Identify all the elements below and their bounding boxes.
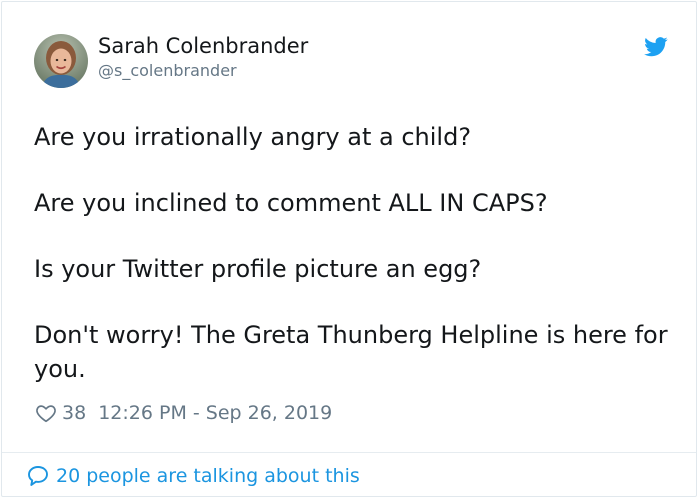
tweet-paragraph: Is your Twitter profile picture an egg?: [34, 255, 482, 283]
tweet-text: Are you irrationally angry at a child? A…: [34, 120, 679, 386]
conversation-link[interactable]: 20 people are talking about this: [26, 464, 360, 488]
author-name[interactable]: Sarah Colenbrander: [98, 33, 308, 59]
speech-bubble-icon: [26, 464, 50, 488]
like-count[interactable]: 38: [62, 401, 86, 425]
tweet-card: Sarah Colenbrander @s_colenbrander Are y…: [1, 1, 697, 497]
author-handle[interactable]: @s_colenbrander: [98, 60, 308, 82]
tweet-timestamp[interactable]: 12:26 PM - Sep 26, 2019: [98, 401, 332, 425]
profile-photo-icon: [34, 34, 88, 88]
tweet-meta: 38 12:26 PM - Sep 26, 2019: [35, 401, 332, 425]
tweet-paragraph: Are you irrationally angry at a child?: [34, 123, 472, 151]
divider: [2, 452, 696, 453]
twitter-bird-icon[interactable]: [644, 37, 668, 57]
avatar[interactable]: [34, 34, 88, 88]
author-block[interactable]: Sarah Colenbrander @s_colenbrander: [98, 33, 308, 82]
tweet-paragraph: Are you inclined to comment ALL IN CAPS?: [34, 189, 548, 217]
tweet-paragraph: Don't worry! The Greta Thunberg Helpline…: [34, 321, 668, 383]
heart-outline-icon[interactable]: [35, 402, 57, 424]
conversation-label[interactable]: 20 people are talking about this: [56, 464, 360, 488]
